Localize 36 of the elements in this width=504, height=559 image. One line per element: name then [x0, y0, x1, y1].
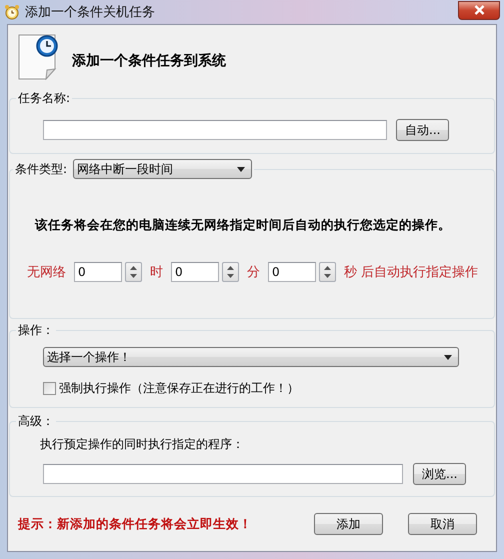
spin-buttons[interactable] [222, 262, 239, 282]
duration-field[interactable]: 0 [74, 262, 122, 282]
duration-field[interactable]: 0 [171, 262, 219, 282]
alarm-clock-icon [4, 4, 20, 20]
cancel-button[interactable]: 取消 [408, 513, 477, 535]
add-button[interactable]: 添加 [314, 513, 383, 535]
action-dropdown[interactable]: 选择一个操作！ [43, 347, 459, 367]
spin-buttons[interactable] [319, 262, 336, 282]
auto-button[interactable]: 自动... [396, 119, 450, 141]
program-label: 执行预定操作的同时执行指定的程序： [40, 436, 245, 453]
condition-description: 该任务将会在您的电脑连续无网络指定时间后自动的执行您选定的操作。 [35, 217, 452, 234]
close-button[interactable] [458, 0, 500, 20]
task-name-field[interactable] [43, 120, 387, 140]
action-suffix-label: 后自动执行指定操作 [361, 264, 478, 281]
browse-button[interactable]: 浏览... [413, 463, 466, 485]
caret-icon [444, 354, 452, 360]
advanced-label: 高级： [17, 413, 55, 430]
program-path-field[interactable] [43, 464, 403, 484]
condition-type-dropdown[interactable]: 网络中断一段时间 [73, 159, 252, 179]
condition-type-label: 条件类型: [15, 160, 68, 178]
caret-icon [237, 166, 246, 172]
tip-text: 提示：新添加的条件任务将会立即生效！ [18, 516, 253, 532]
window-title: 添加一个条件关机任务 [25, 4, 156, 21]
close-icon [474, 5, 484, 15]
unit-label: 秒 [344, 264, 357, 281]
dialog-heading: 添加一个条件任务到系统 [72, 52, 226, 70]
force-checkbox-label: 强制执行操作（注意保存正在进行的工作！） [59, 380, 299, 397]
no-network-label: 无网络 [27, 264, 66, 281]
duration-field[interactable]: 0 [268, 262, 316, 282]
task-name-label: 任务名称: [17, 90, 72, 107]
spin-buttons[interactable] [125, 262, 142, 282]
unit-label: 时 [150, 264, 163, 281]
action-label: 操作： [17, 322, 55, 339]
force-checkbox[interactable] [43, 382, 56, 395]
clock-document-icon [18, 34, 60, 80]
unit-label: 分 [247, 264, 260, 281]
